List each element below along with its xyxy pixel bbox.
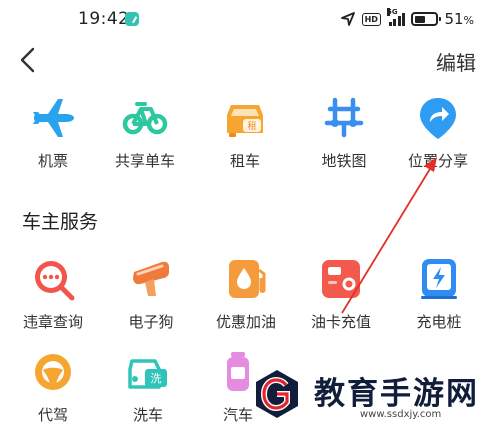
violation-search-icon — [29, 255, 77, 303]
tile-label: 代驾 — [37, 406, 68, 424]
tile-label: 租车 — [229, 152, 260, 170]
tile-label: 优惠加油 — [215, 313, 276, 331]
airplane-icon — [29, 94, 77, 142]
nav-bar: 编辑 — [0, 40, 494, 80]
network-type: 5G — [386, 8, 398, 16]
tile-label: 违章查询 — [22, 313, 83, 331]
section-title: 车主服务 — [22, 211, 99, 233]
bicycle-icon — [121, 94, 169, 142]
chevron-left-icon[interactable] — [16, 46, 40, 74]
location-arrow-icon — [340, 12, 355, 26]
status-time: 19:42 — [78, 9, 130, 29]
battery-percent: 51% — [444, 10, 474, 28]
site-watermark: 教育手游网 www.ssdxjy.com — [248, 362, 494, 427]
hd-badge: HD — [361, 12, 381, 26]
status-indicators: HD 5G 51% — [340, 8, 474, 28]
tile-charging-station[interactable]: 充电桩 — [389, 255, 489, 332]
tile-fuel-discount[interactable]: 优惠加油 — [196, 255, 296, 332]
tile-car-rental[interactable]: 租 租车 — [195, 94, 295, 171]
tile-e-dog[interactable]: 电子狗 — [101, 255, 201, 332]
tile-label: 洗车 — [132, 406, 163, 424]
charging-station-icon — [415, 255, 463, 303]
tile-label: 共享单车 — [114, 152, 175, 170]
tile-label: 充电桩 — [416, 313, 462, 331]
tile-subway-map[interactable]: 地铁图 — [294, 94, 394, 171]
fuel-card-icon — [317, 255, 365, 303]
steering-wheel-icon — [29, 348, 77, 396]
watermark-logo-icon — [256, 370, 298, 418]
watermark-url: www.ssdxjy.com — [360, 409, 442, 420]
battery-icon — [411, 12, 442, 26]
fuel-drop-icon — [222, 255, 270, 303]
svg-text:租: 租 — [247, 121, 256, 132]
tile-label: 电子狗 — [128, 313, 174, 331]
tile-fuel-card-topup[interactable]: 油卡充值 — [291, 255, 391, 332]
tile-designated-driver[interactable]: 代驾 — [3, 348, 103, 425]
watermark-title: 教育手游网 — [314, 376, 479, 412]
status-bar: 19:42 HD 5G 51% — [0, 0, 494, 40]
tile-label: 油卡充值 — [310, 313, 371, 331]
rental-car-icon: 租 — [221, 94, 269, 142]
tile-flight[interactable]: 机票 — [3, 94, 103, 171]
tile-label: 位置分享 — [407, 152, 468, 170]
subway-icon — [320, 94, 368, 142]
tile-label: 机票 — [37, 152, 68, 170]
tile-location-share[interactable]: 位置分享 — [388, 94, 488, 171]
tools-grid: 机票 共享单车 租 租车 地铁图 位置分享 — [0, 94, 494, 184]
tile-label: 地铁图 — [321, 152, 367, 170]
e-dog-icon — [127, 255, 175, 303]
car-wash-icon: 洗 — [124, 348, 172, 396]
location-share-icon — [414, 94, 462, 142]
svg-text:洗: 洗 — [151, 372, 162, 385]
tile-violation-query[interactable]: 违章查询 — [3, 255, 103, 332]
car-services-row: 违章查询 电子狗 优惠加油 油卡充值 充电桩 — [0, 255, 494, 345]
notification-app-icon — [125, 12, 139, 26]
signal-icon: 5G — [386, 8, 406, 26]
edit-button[interactable]: 编辑 — [436, 47, 476, 76]
tile-car-wash[interactable]: 洗 洗车 — [98, 348, 198, 425]
tile-bike-share[interactable]: 共享单车 — [95, 94, 195, 171]
